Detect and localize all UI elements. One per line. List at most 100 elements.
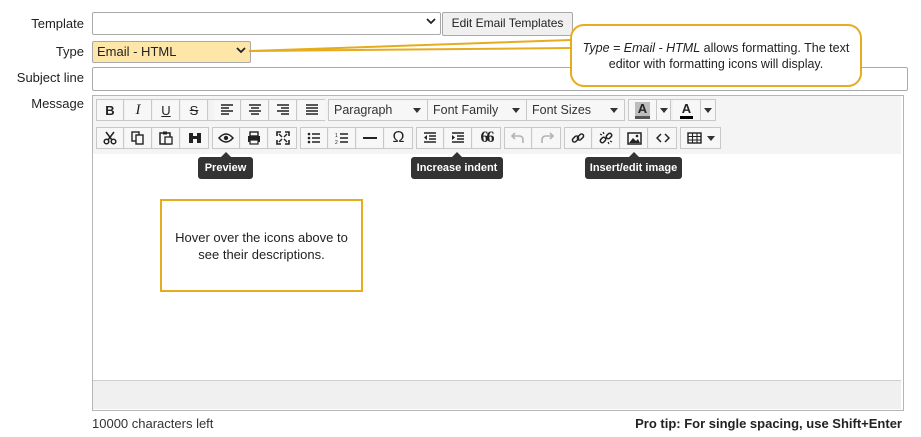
type-select-value: Email - HTML [97, 44, 177, 59]
special-character-button[interactable]: Ω [385, 128, 412, 148]
indent-icon [452, 132, 464, 143]
caret-down-icon [610, 108, 618, 113]
underline-button[interactable]: U [153, 100, 180, 120]
align-left-button[interactable] [214, 100, 241, 120]
tooltip-increase-indent: Increase indent [411, 152, 503, 179]
text-color-button[interactable]: A [673, 100, 701, 120]
copy-icon [131, 131, 144, 145]
bold-icon: B [105, 102, 115, 118]
increase-indent-button[interactable] [445, 128, 472, 148]
italic-button[interactable]: I [125, 100, 152, 120]
decrease-indent-button[interactable] [417, 128, 444, 148]
callout-pointer [249, 39, 572, 52]
font-family-dropdown-label: Font Family [433, 103, 499, 117]
cut-button[interactable] [97, 128, 124, 148]
undo-icon [511, 132, 524, 143]
insert-group: 12 Ω [300, 127, 413, 149]
template-label: Template [31, 16, 84, 31]
align-justify-button[interactable] [298, 100, 325, 120]
paste-icon [159, 131, 173, 145]
redo-icon [540, 132, 554, 143]
preview-button[interactable] [213, 128, 240, 148]
bullet-list-button[interactable] [301, 128, 328, 148]
template-select[interactable] [92, 12, 441, 35]
unlink-icon [599, 131, 613, 145]
paste-button[interactable] [153, 128, 180, 148]
fullscreen-icon [275, 131, 290, 145]
numbered-list-button[interactable]: 12 [329, 128, 356, 148]
subject-label: Subject line [16, 70, 84, 85]
callout-type-text: Type = Email - HTML [582, 41, 701, 55]
code-icon [655, 133, 670, 143]
align-justify-icon [305, 104, 318, 115]
caret-down-icon [413, 108, 421, 113]
caret-down-icon [512, 108, 520, 113]
remove-link-button[interactable] [593, 128, 620, 148]
redo-button[interactable] [533, 128, 560, 148]
tooltip-insert-image: Insert/edit image [585, 152, 682, 179]
edit-email-templates-button[interactable]: Edit Email Templates [442, 12, 573, 36]
strikethrough-icon: S [189, 102, 199, 118]
fullscreen-button[interactable] [269, 128, 296, 148]
text-color-icon: A [679, 101, 694, 119]
text-color-caret[interactable] [701, 100, 715, 120]
strikethrough-button[interactable]: S [181, 100, 208, 120]
hover-hint-text: Hover over the icons above to see their … [175, 229, 348, 262]
font-family-dropdown[interactable]: Font Family [428, 100, 527, 120]
bold-button[interactable]: B [97, 100, 124, 120]
caret-down-icon [659, 107, 668, 113]
paragraph-dropdown[interactable]: Paragraph [329, 100, 428, 120]
source-code-button[interactable] [649, 128, 676, 148]
eye-icon [218, 133, 234, 143]
characters-left: 10000 characters left [92, 416, 214, 431]
message-label: Message [31, 96, 84, 111]
horizontal-line-button[interactable] [357, 128, 384, 148]
insert-image-button[interactable] [621, 128, 648, 148]
background-color-caret[interactable] [657, 100, 671, 120]
binoculars-icon [188, 133, 201, 143]
table-group [680, 127, 721, 149]
chevron-down-icon [236, 45, 246, 55]
type-label: Type [55, 44, 84, 59]
align-left-icon [221, 104, 233, 115]
background-color-button[interactable]: A [629, 100, 657, 120]
font-sizes-dropdown-label: Font Sizes [532, 103, 592, 117]
outdent-icon [424, 132, 436, 143]
background-color-icon: A [634, 101, 651, 119]
find-replace-button[interactable] [181, 128, 208, 148]
underline-icon: U [161, 102, 171, 118]
copy-button[interactable] [125, 128, 152, 148]
view-group [212, 127, 297, 149]
quote-icon: 66 [480, 129, 495, 146]
clipboard-group [96, 127, 209, 149]
svg-text:2: 2 [335, 140, 338, 145]
caret-down-icon [704, 107, 712, 113]
omega-icon: Ω [392, 129, 405, 146]
align-center-button[interactable] [242, 100, 269, 120]
printer-icon [248, 131, 260, 145]
table-icon [686, 132, 702, 144]
editor-statusbar [93, 380, 901, 409]
horizontal-line-icon [363, 137, 377, 139]
bullet-list-icon [307, 132, 320, 144]
svg-text:1: 1 [335, 133, 338, 139]
undo-button[interactable] [505, 128, 532, 148]
print-button[interactable] [241, 128, 268, 148]
chevron-down-icon [426, 16, 436, 26]
table-button[interactable] [681, 128, 720, 148]
insert-link-button[interactable] [565, 128, 592, 148]
history-group [504, 127, 561, 149]
media-group [564, 127, 677, 149]
color-group: A A [628, 99, 716, 121]
blockquote-button[interactable]: 66 [473, 128, 500, 148]
hover-hint-box: Hover over the icons above to see their … [160, 199, 363, 292]
type-select[interactable]: Email - HTML [92, 41, 251, 63]
type-callout: Type = Email - HTML allows formatting. T… [570, 24, 862, 87]
font-sizes-dropdown[interactable]: Font Sizes [527, 100, 624, 120]
italic-icon: I [135, 101, 141, 118]
style-dropdowns: Paragraph Font Family Font Sizes [328, 99, 625, 121]
align-right-button[interactable] [270, 100, 297, 120]
pro-tip: Pro tip: For single spacing, use Shift+E… [635, 416, 902, 431]
align-center-icon [249, 104, 261, 115]
paragraph-dropdown-label: Paragraph [334, 103, 393, 117]
